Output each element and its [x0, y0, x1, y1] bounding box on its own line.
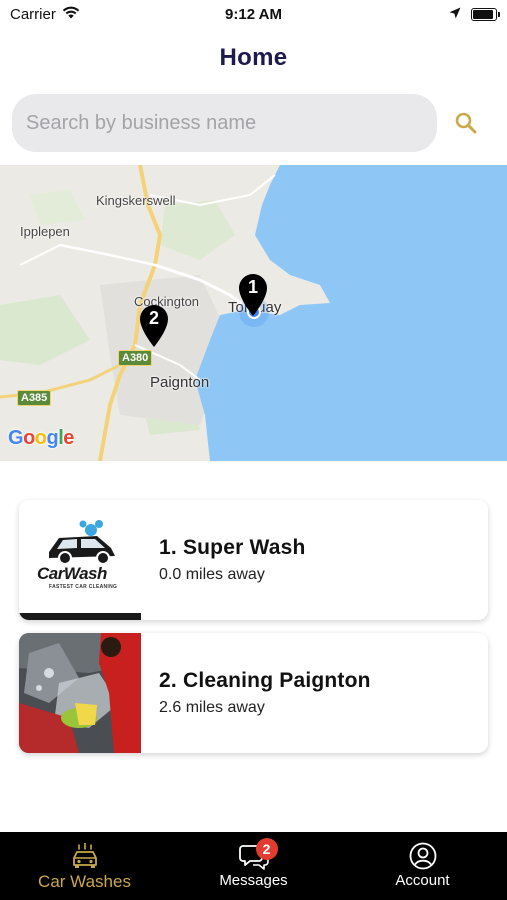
- road-badge-a380: A380: [118, 350, 153, 366]
- wifi-icon: [62, 6, 80, 23]
- car-wash-icon: [70, 842, 100, 870]
- logo-tagline: FASTEST CAR CLEANING: [49, 584, 118, 590]
- map-label-ipplepen: Ipplepen: [20, 224, 70, 239]
- status-left: Carrier: [10, 6, 80, 23]
- car-cleaning-photo: [19, 633, 141, 753]
- page-title: Home: [219, 44, 288, 71]
- account-icon: [409, 842, 437, 870]
- tab-car-washes[interactable]: Car Washes: [0, 832, 169, 900]
- listing-text: 1. Super Wash 0.0 miles away: [141, 536, 306, 584]
- road-badge-a385: A385: [17, 390, 52, 406]
- map-pin-1[interactable]: 1: [237, 273, 269, 317]
- map-view[interactable]: Kingskerswell Ipplepen Cockington Torqua…: [0, 165, 507, 461]
- super-wash-logo: CarWash FASTEST CAR CLEANING: [19, 500, 141, 620]
- tab-account[interactable]: Account: [338, 832, 507, 900]
- listing-distance: 2.6 miles away: [159, 699, 265, 716]
- listing-distance: 0.0 miles away: [159, 566, 265, 583]
- battery-level: [473, 9, 493, 19]
- car-logo-icon: [19, 500, 141, 620]
- search-icon: [455, 112, 477, 134]
- status-bar: Carrier 9:12 AM: [0, 0, 507, 28]
- clock: 9:12 AM: [225, 5, 282, 23]
- search-button[interactable]: [449, 106, 483, 140]
- search-input[interactable]: [12, 94, 437, 152]
- status-right: [449, 6, 500, 23]
- listing-name: 1. Super Wash: [159, 536, 306, 559]
- listing-card-cleaning-paignton[interactable]: 2. Cleaning Paignton 2.6 miles away: [19, 633, 488, 753]
- location-arrow-icon: [449, 6, 461, 23]
- map-label-kingskerswell: Kingskerswell: [96, 193, 176, 208]
- listing-text: 2. Cleaning Paignton 2.6 miles away: [141, 669, 371, 717]
- logo-text: CarWash: [37, 564, 107, 583]
- tab-label: Car Washes: [38, 872, 131, 891]
- messages-count-badge: 2: [255, 838, 278, 860]
- battery-icon: [471, 7, 500, 21]
- listing-name: 2. Cleaning Paignton: [159, 669, 371, 692]
- carrier-label: Carrier: [10, 5, 56, 23]
- listing-card-super-wash[interactable]: CarWash FASTEST CAR CLEANING 1. Super Wa…: [19, 500, 488, 620]
- google-attribution-logo: Google: [8, 427, 74, 449]
- cleaning-paignton-photo: [19, 633, 141, 753]
- map-pin-number: 1: [247, 277, 258, 297]
- tab-bar: Car Washes 2 Messages Account: [0, 832, 507, 900]
- tab-label: Messages: [219, 872, 288, 889]
- tab-messages[interactable]: 2 Messages: [169, 832, 338, 900]
- tab-label: Account: [395, 872, 450, 889]
- map-pin-2[interactable]: 2: [138, 304, 170, 348]
- map-pin-number: 2: [148, 308, 159, 328]
- map-label-paignton: Paignton: [150, 374, 210, 391]
